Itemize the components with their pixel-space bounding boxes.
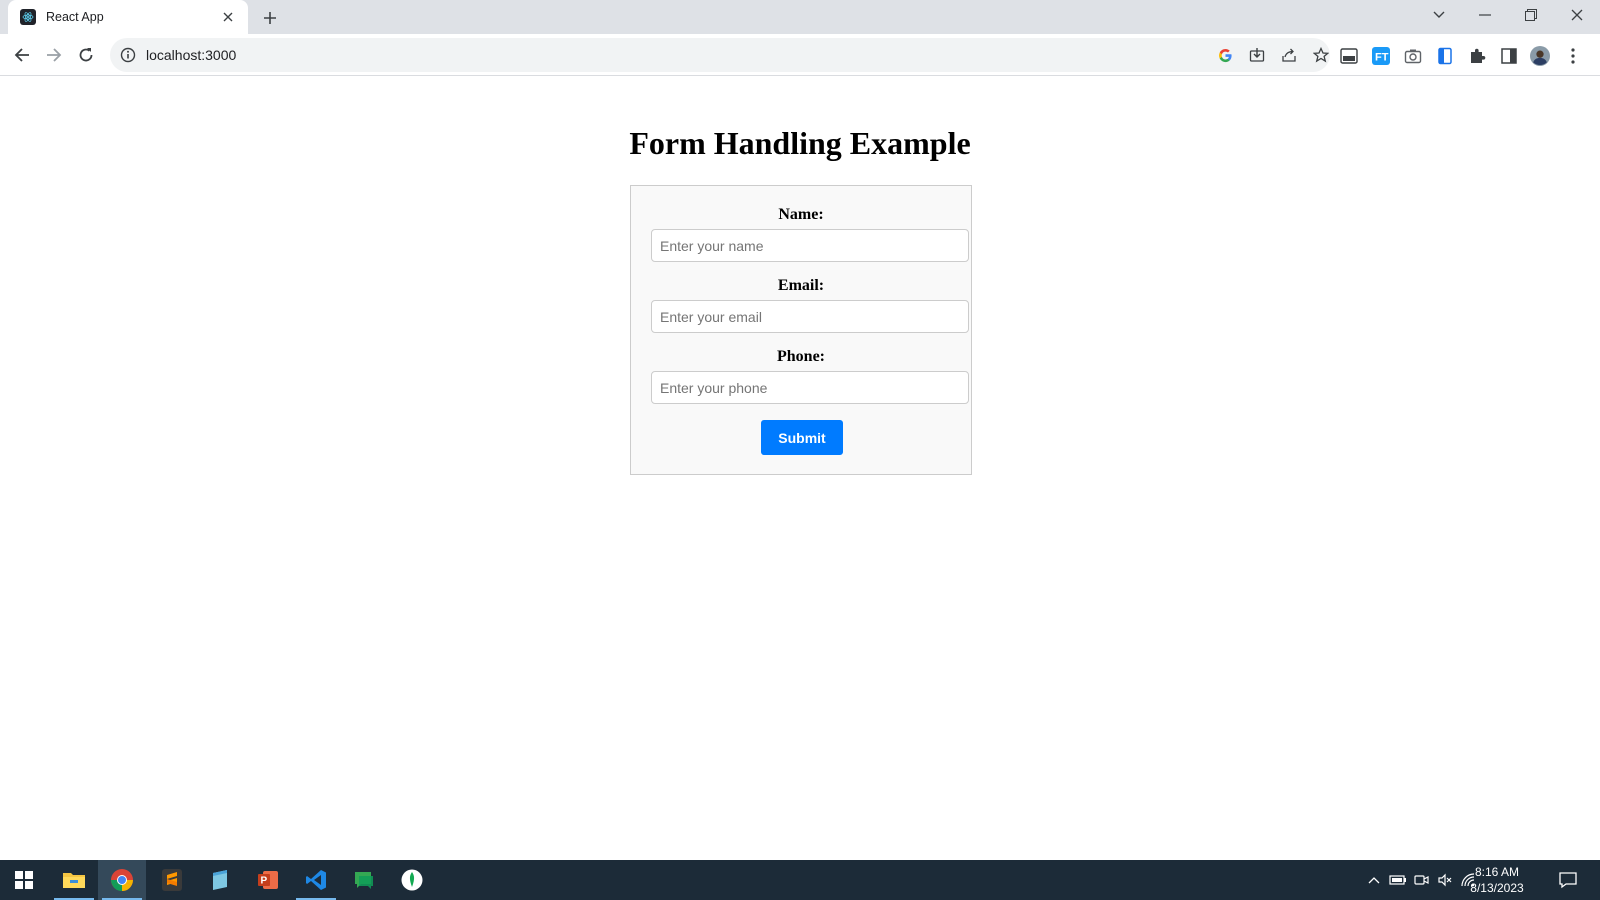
name-label: Name: xyxy=(778,206,824,223)
tab-title: React App xyxy=(46,10,104,24)
side-panel-icon[interactable] xyxy=(1499,46,1519,66)
browser-toolbar: localhost:3000 FT xyxy=(0,34,1600,76)
powerpoint-icon[interactable]: P xyxy=(244,860,292,900)
contact-form: Name: Email: Phone: Submit xyxy=(630,185,972,475)
notepad-icon[interactable] xyxy=(196,860,244,900)
system-clock[interactable]: 8:16 AM 8/13/2023 xyxy=(1450,864,1544,896)
reload-icon[interactable] xyxy=(72,41,100,69)
camera-status-icon[interactable] xyxy=(1412,870,1432,890)
browser-menu-icon[interactable] xyxy=(1563,46,1583,66)
extensions-puzzle-icon[interactable] xyxy=(1467,46,1487,66)
extension-new-icon[interactable] xyxy=(1339,46,1359,66)
back-icon[interactable] xyxy=(8,41,36,69)
start-button[interactable] xyxy=(0,860,48,900)
extension-doc-icon[interactable] xyxy=(1435,46,1455,66)
chevron-up-icon[interactable] xyxy=(1364,870,1384,890)
restore-icon[interactable] xyxy=(1508,0,1554,30)
clock-date: 8/13/2023 xyxy=(1470,881,1524,895)
web-page: Form Handling Example Name: Email: Phone… xyxy=(0,77,1600,860)
notifications-icon[interactable] xyxy=(1558,870,1578,890)
page-title: Form Handling Example xyxy=(629,125,971,161)
email-input[interactable] xyxy=(651,300,969,333)
svg-text:FT: FT xyxy=(1375,52,1389,64)
vscode-icon[interactable] xyxy=(292,860,340,900)
clock-time: 8:16 AM xyxy=(1474,865,1520,879)
address-bar[interactable]: localhost:3000 xyxy=(110,38,1330,72)
minimize-icon[interactable] xyxy=(1462,0,1508,30)
phone-input[interactable] xyxy=(651,371,969,404)
new-tab-button[interactable] xyxy=(258,6,282,30)
bookmark-star-icon[interactable] xyxy=(1312,46,1330,64)
chrome-icon[interactable] xyxy=(98,860,146,900)
browser-tab-react-app[interactable]: React App xyxy=(8,0,248,34)
tab-strip: React App xyxy=(0,0,1600,34)
site-info-icon[interactable] xyxy=(120,47,136,63)
profile-avatar[interactable] xyxy=(1530,46,1550,66)
google-lens-icon[interactable] xyxy=(1216,46,1234,64)
battery-icon[interactable] xyxy=(1388,870,1408,890)
svg-text:P: P xyxy=(261,876,268,887)
url-text: localhost:3000 xyxy=(146,47,237,63)
close-window-icon[interactable] xyxy=(1554,0,1600,30)
close-icon[interactable] xyxy=(220,9,236,25)
tab-search-icon[interactable] xyxy=(1416,0,1462,30)
windows-taskbar: P 8:16 AM 8/13/2023 xyxy=(0,860,1600,900)
install-icon[interactable] xyxy=(1248,46,1266,64)
sublime-text-icon[interactable] xyxy=(148,860,196,900)
forward-icon[interactable] xyxy=(40,41,68,69)
camera-icon[interactable] xyxy=(1403,46,1423,66)
extension-ft-icon[interactable]: FT xyxy=(1371,46,1391,66)
file-explorer-icon[interactable] xyxy=(50,860,98,900)
phone-label: Phone: xyxy=(777,348,825,365)
mongodb-compass-icon[interactable] xyxy=(388,860,436,900)
name-input[interactable] xyxy=(651,229,969,262)
email-label: Email: xyxy=(777,277,825,294)
share-icon[interactable] xyxy=(1280,46,1298,64)
react-icon xyxy=(20,9,36,25)
chat-app-icon[interactable] xyxy=(340,860,388,900)
submit-button[interactable]: Submit xyxy=(761,420,843,455)
